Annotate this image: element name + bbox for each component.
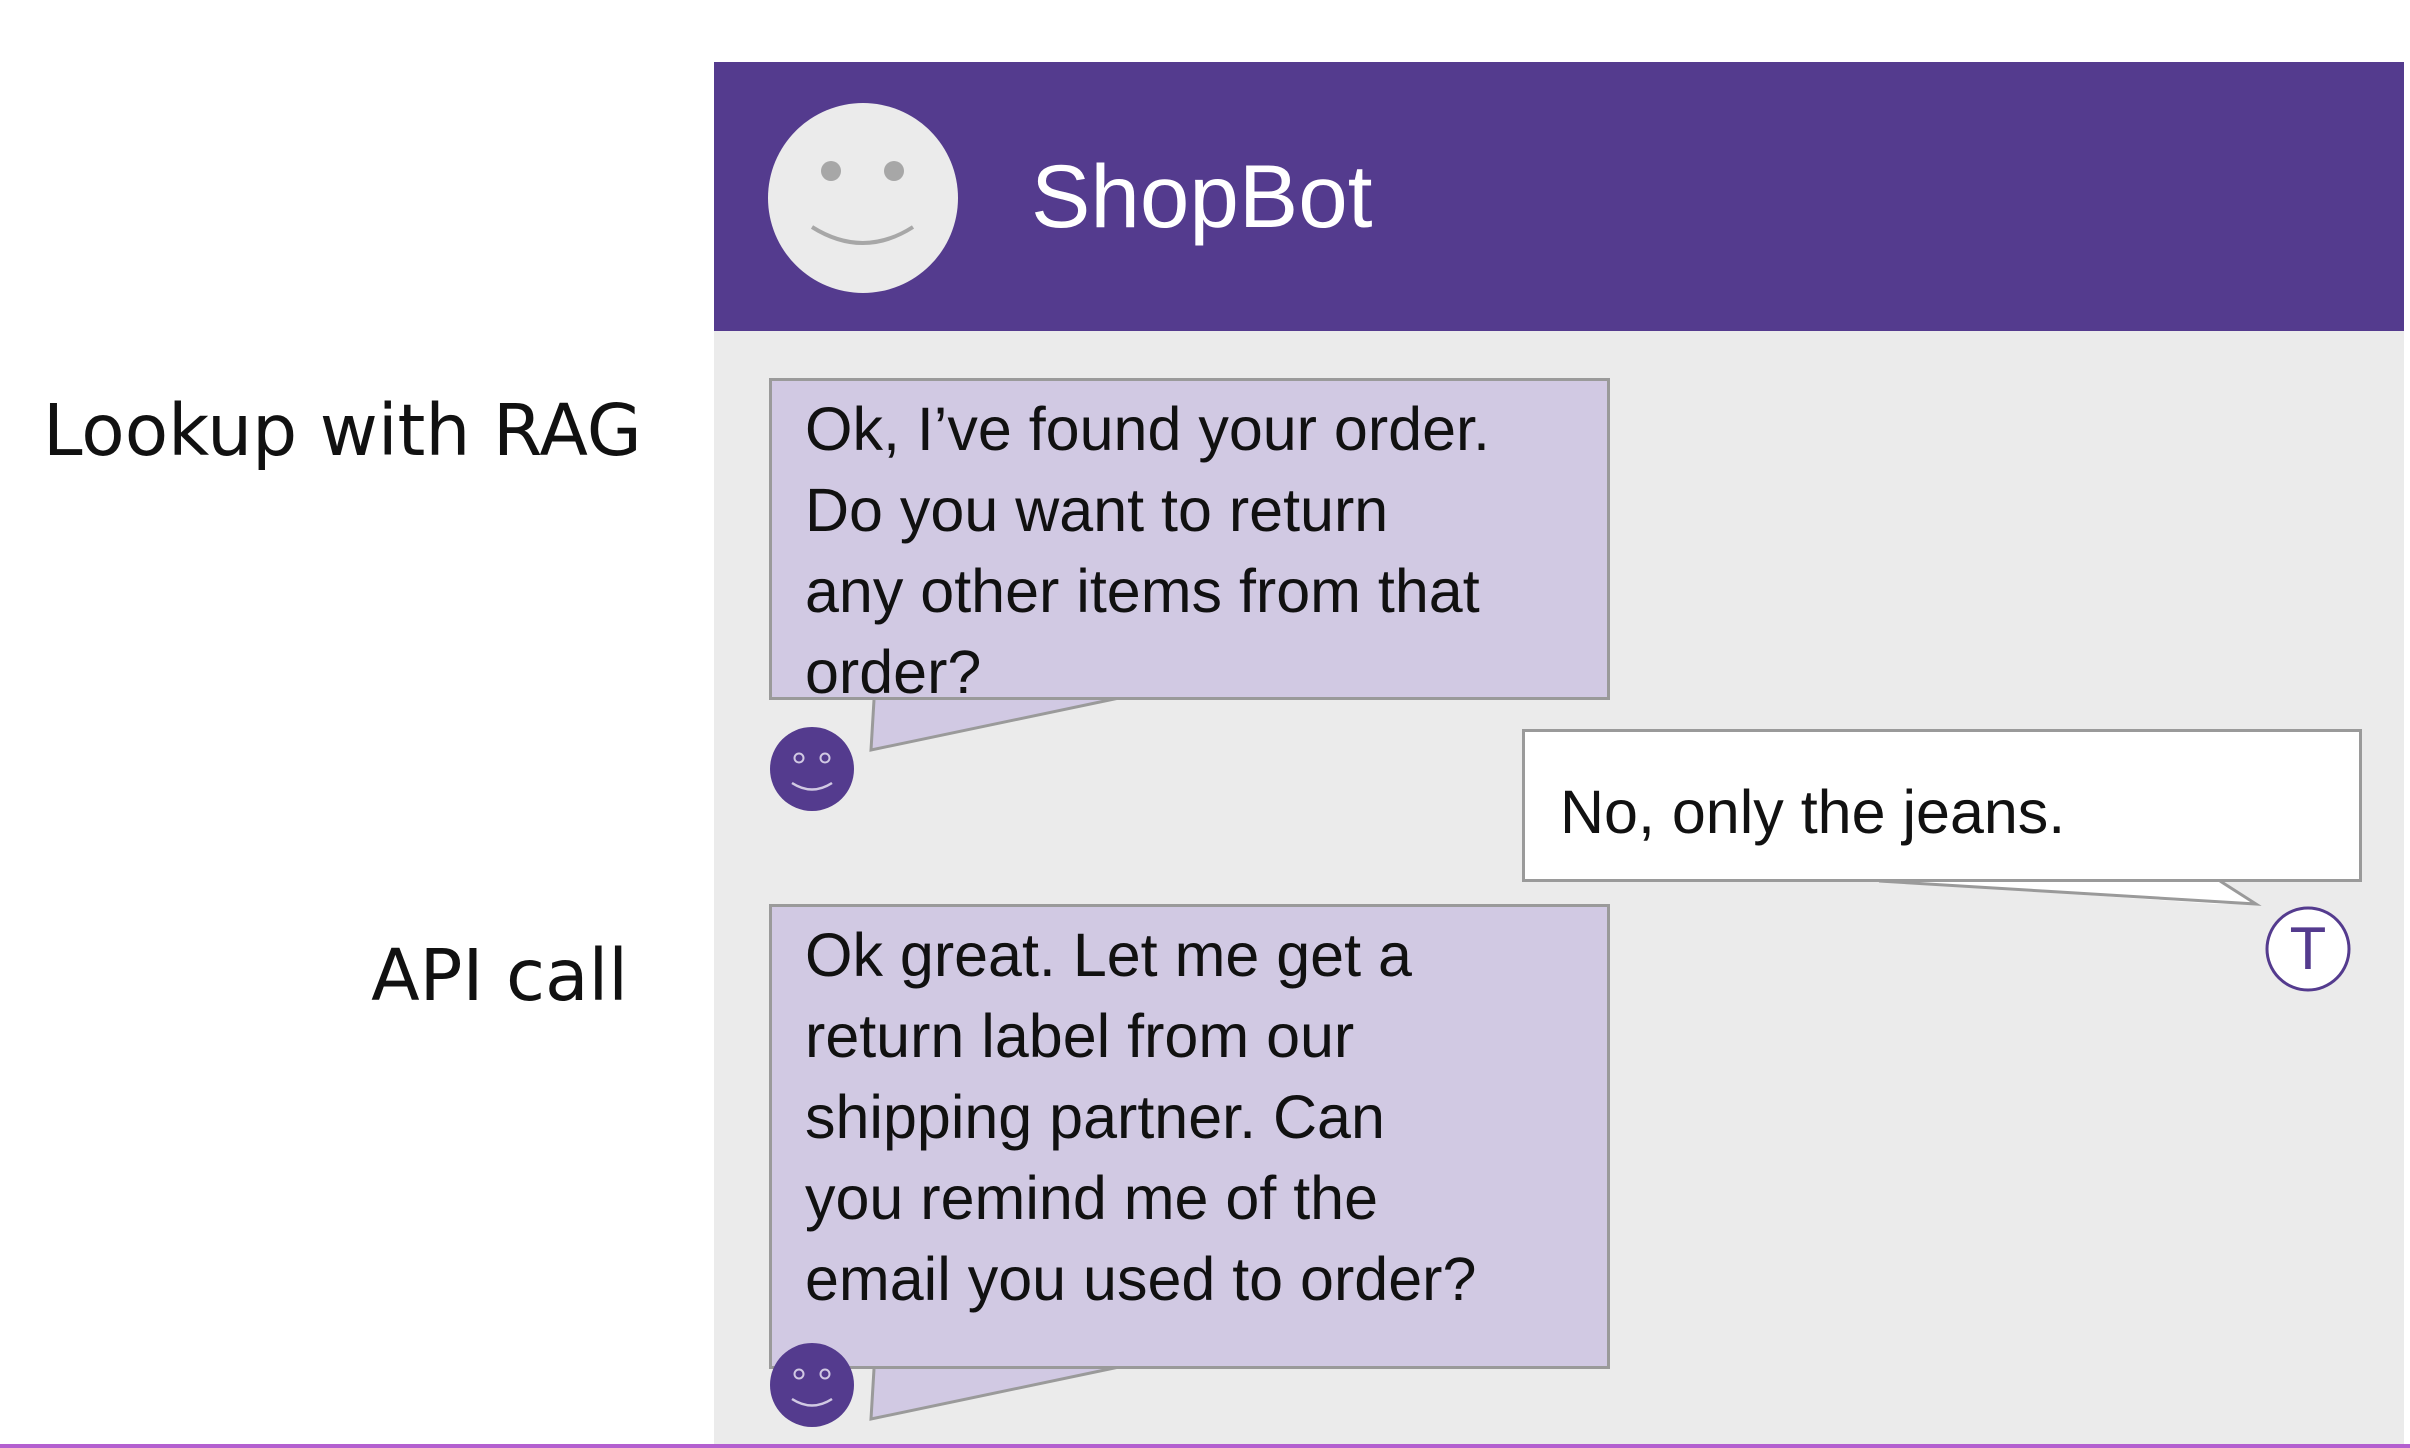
user-avatar-letter: T xyxy=(2289,915,2327,982)
bot-message-bubble: Ok, I’ve found your order. Do you want t… xyxy=(769,378,1610,706)
bot-message-bubble: Ok great. Let me get a return label from… xyxy=(769,904,1610,1369)
bottom-divider xyxy=(0,1444,2410,1448)
bot-message-text: Ok great. Let me get a return label from… xyxy=(805,921,1477,1313)
chat-title: ShopBot xyxy=(1031,146,1373,246)
chat-header: ShopBot xyxy=(714,62,2404,331)
smiley-face-icon xyxy=(770,727,854,811)
smiley-face-icon xyxy=(770,1343,854,1427)
api-call-label: API call xyxy=(371,934,628,1017)
lookup-with-rag-label: Lookup with RAG xyxy=(43,389,642,472)
user-message-text: No, only the jeans. xyxy=(1560,778,2066,846)
bot-message-text: Ok, I’ve found your order. Do you want t… xyxy=(805,395,1490,706)
user-avatar: T xyxy=(2265,906,2351,992)
chat-window: ShopBot Ok, I’ve found your order. Do yo… xyxy=(714,62,2404,1448)
user-message-bubble: No, only the jeans. xyxy=(1522,729,2362,882)
bot-avatar-icon xyxy=(768,103,958,293)
